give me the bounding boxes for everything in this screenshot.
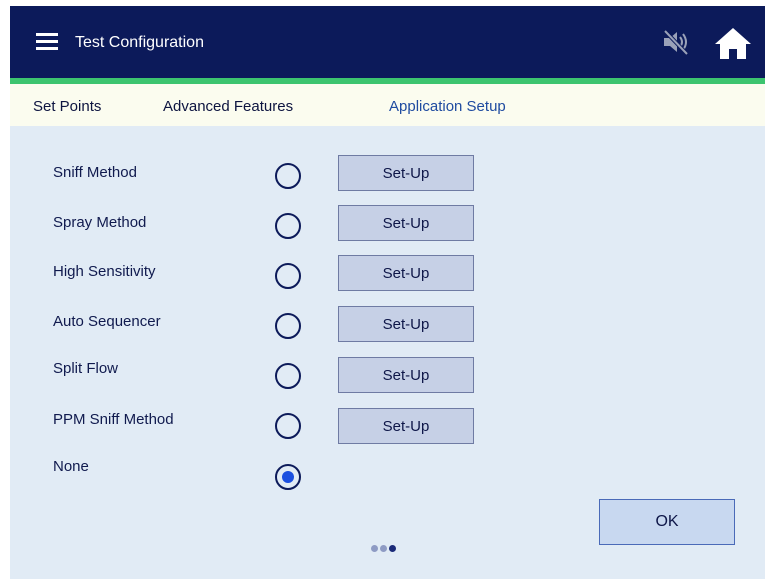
speaker-muted-icon[interactable] xyxy=(661,28,691,56)
method-label-split-flow: Split Flow xyxy=(53,360,119,377)
tab-bar: Set Points Advanced Features Application… xyxy=(10,84,765,126)
setup-button-spray-method[interactable]: Set-Up xyxy=(338,205,474,241)
page-title: Test Configuration xyxy=(75,34,204,51)
ok-button[interactable]: OK xyxy=(599,499,735,545)
tab-set-points[interactable]: Set Points xyxy=(33,98,101,115)
setup-button-auto-sequencer[interactable]: Set-Up xyxy=(338,306,474,342)
radio-sniff-method[interactable] xyxy=(275,163,301,189)
tab-application-setup[interactable]: Application Setup xyxy=(389,98,506,115)
home-icon[interactable] xyxy=(713,26,753,60)
setup-button-split-flow[interactable]: Set-Up xyxy=(338,357,474,393)
method-label-none: None xyxy=(53,458,89,475)
radio-none[interactable] xyxy=(275,464,301,490)
app-window: Test Configuration Set Points Advanced F… xyxy=(10,6,765,579)
page-dot-2 xyxy=(380,545,387,552)
setup-button-sniff-method[interactable]: Set-Up xyxy=(338,155,474,191)
page-indicator xyxy=(371,545,403,553)
page-dot-1 xyxy=(371,545,378,552)
radio-spray-method[interactable] xyxy=(275,213,301,239)
page-dot-3 xyxy=(389,545,396,552)
radio-auto-sequencer[interactable] xyxy=(275,313,301,339)
method-label-spray: Spray Method xyxy=(53,214,147,231)
setup-button-ppm-sniff-method[interactable]: Set-Up xyxy=(338,408,474,444)
header-bar: Test Configuration xyxy=(10,6,765,78)
method-label-high-sensitivity: High Sensitivity xyxy=(53,263,156,280)
setup-button-high-sensitivity[interactable]: Set-Up xyxy=(338,255,474,291)
radio-split-flow[interactable] xyxy=(275,363,301,389)
hamburger-menu-icon[interactable] xyxy=(36,33,58,51)
radio-selected-dot xyxy=(282,471,294,483)
radio-ppm-sniff-method[interactable] xyxy=(275,413,301,439)
method-label-sniff: Sniff Method xyxy=(53,164,137,181)
method-label-auto-sequencer: Auto Sequencer xyxy=(53,313,161,330)
tab-advanced-features[interactable]: Advanced Features xyxy=(163,98,293,115)
radio-high-sensitivity[interactable] xyxy=(275,263,301,289)
method-label-ppm-sniff: PPM Sniff Method xyxy=(53,411,174,428)
